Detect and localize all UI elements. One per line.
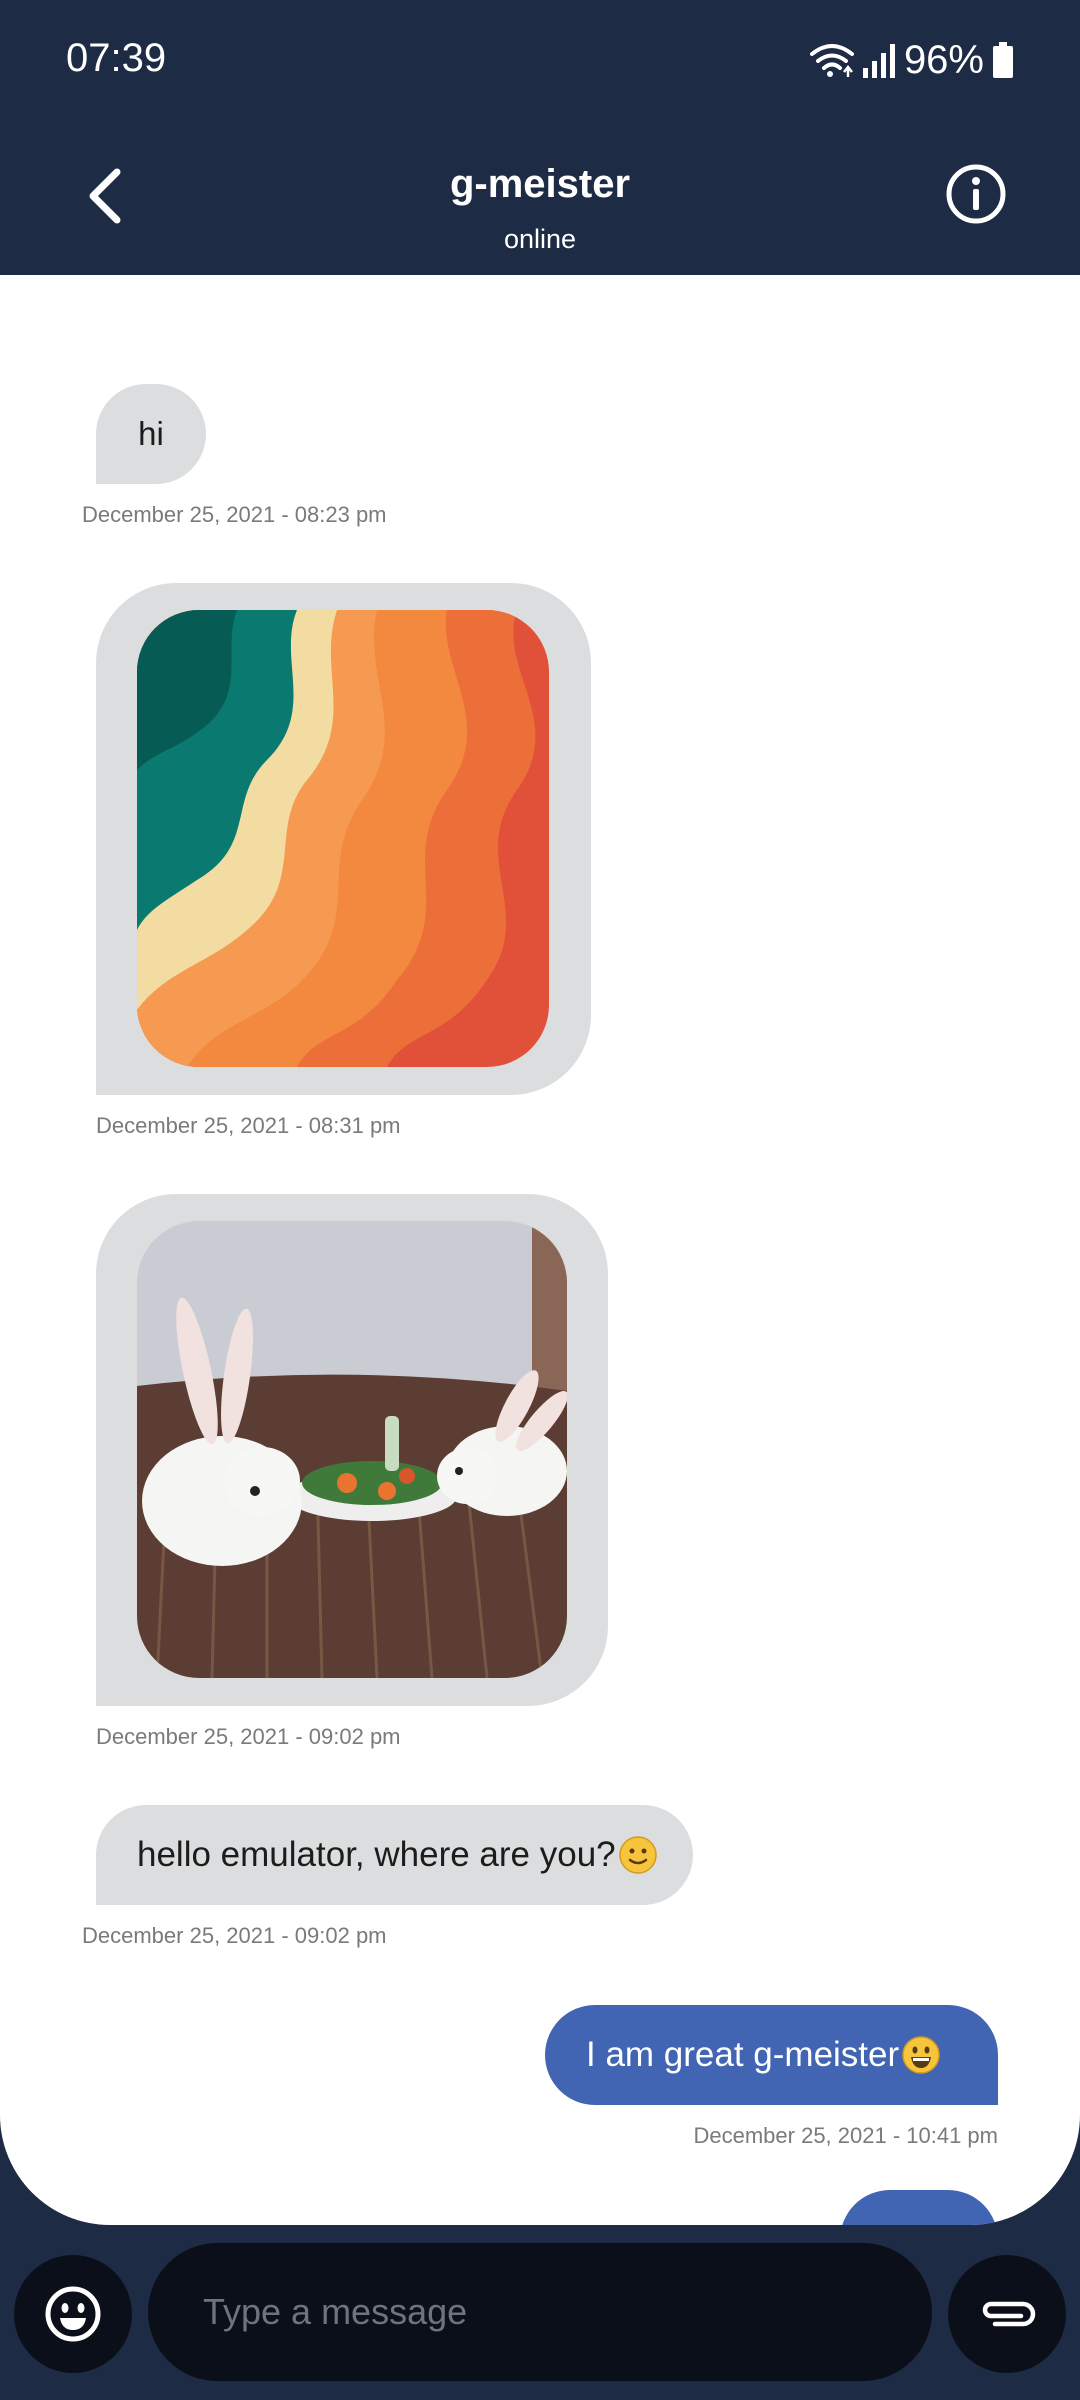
info-button[interactable] [944, 162, 1008, 226]
contact-status: online [503, 224, 577, 254]
battery-percentage: 96% [903, 37, 984, 82]
message-text: I am great g-meister [586, 2035, 900, 2074]
signal-icon [862, 44, 895, 78]
message-text: hi [138, 415, 164, 452]
message-timestamp: December 25, 2021 - 09:02 pm [96, 1724, 401, 1749]
incoming-message-bubble[interactable]: hello emulator, where are you? [96, 1805, 693, 1905]
incoming-image-bubble[interactable] [96, 1194, 608, 1706]
incoming-message-bubble[interactable]: hi [96, 384, 206, 484]
outgoing-message-bubble[interactable] [840, 2190, 998, 2225]
attach-button[interactable] [948, 2255, 1066, 2373]
status-time: 07:39 [66, 36, 167, 80]
white-rabbits-eating-vegetables-photo[interactable] [137, 1221, 567, 1678]
slightly-smiling-face-icon [618, 1836, 657, 1874]
wifi-icon [809, 44, 854, 77]
orange-wave-pattern-image[interactable] [137, 610, 549, 1067]
info-icon [946, 164, 1006, 224]
contact-name: g-meister [449, 162, 631, 206]
chat-header: g-meister online [0, 120, 1080, 275]
battery-icon [993, 42, 1013, 78]
chat-screen: 07:39 96% g-meister online hi December 2… [0, 0, 1080, 2400]
message-timestamp: December 25, 2021 - 08:31 pm [96, 1113, 401, 1138]
message-list[interactable]: hi December 25, 2021 - 08:23 pm December… [0, 275, 1080, 2225]
smiley-face-icon [45, 2286, 101, 2342]
message-text: hello emulator, where are you? [137, 1835, 616, 1874]
message-timestamp: December 25, 2021 - 09:02 pm [82, 1923, 387, 1948]
status-indicators: 96% [809, 36, 1014, 84]
emoji-button[interactable] [14, 2255, 132, 2373]
paperclip-icon [982, 2301, 1036, 2327]
status-bar: 07:39 96% [0, 0, 1080, 120]
outgoing-message-bubble[interactable]: I am great g-meister [545, 2005, 998, 2105]
message-composer [0, 2225, 1080, 2400]
message-timestamp: December 25, 2021 - 08:23 pm [82, 502, 387, 527]
grinning-face-icon [902, 2036, 940, 2074]
message-input[interactable] [148, 2243, 932, 2381]
incoming-image-bubble[interactable] [96, 583, 591, 1095]
message-timestamp: December 25, 2021 - 10:41 pm [693, 2123, 998, 2148]
